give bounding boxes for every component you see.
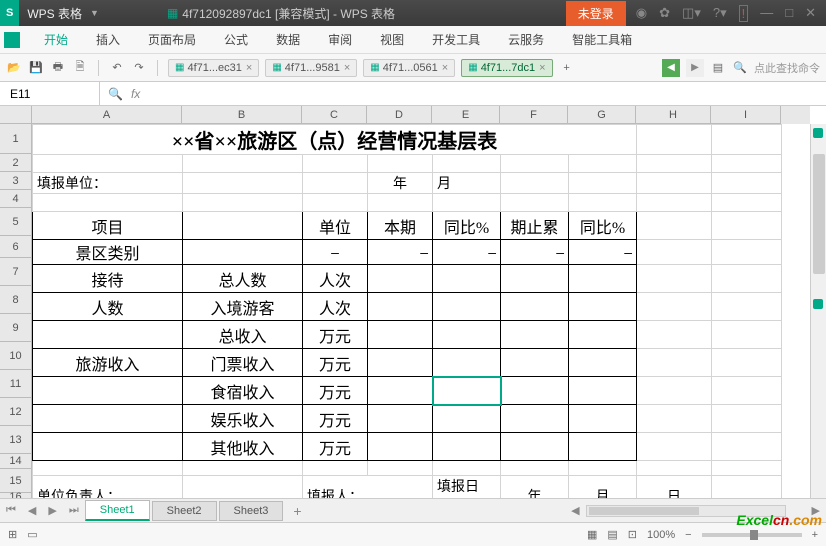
sheet-nav-first[interactable]: ⏮ [0, 504, 22, 517]
select-all-corner[interactable] [0, 106, 32, 124]
menu-review[interactable]: 审阅 [314, 31, 366, 48]
vscroll-thumb[interactable] [813, 154, 825, 274]
file-tab-4[interactable]: ▦4f71...7dc1× [461, 59, 552, 77]
close-icon[interactable]: ✕ [805, 5, 816, 22]
close-tab-icon[interactable]: × [344, 62, 350, 74]
sheet-tab-1[interactable]: Sheet1 [85, 500, 150, 521]
zoom-slider[interactable] [702, 533, 802, 537]
maximize-icon[interactable]: □ [785, 5, 793, 22]
settings-icon[interactable]: ✿ [659, 5, 670, 22]
menu-dev-tools[interactable]: 开发工具 [418, 31, 494, 48]
menu-bar: 开始 插入 页面布局 公式 数据 审阅 视图 开发工具 云服务 智能工具箱 [0, 26, 826, 54]
menu-formula[interactable]: 公式 [210, 31, 262, 48]
file-icon: ▦ [175, 62, 184, 73]
menu-page-layout[interactable]: 页面布局 [134, 31, 210, 48]
file-icon: ▦ [370, 62, 379, 73]
menu-data[interactable]: 数据 [262, 31, 314, 48]
search-hint[interactable]: 点此查找命令 [754, 60, 820, 76]
status-bar: ⊞ ▭ ▦ ▤ ⊡ 100% − + [0, 522, 826, 546]
search-icon[interactable]: 🔍 [732, 60, 748, 76]
sidebar-toggle-mid[interactable] [813, 299, 823, 309]
wps-menu-icon[interactable] [4, 32, 20, 48]
login-button[interactable]: 未登录 [566, 1, 626, 26]
sheet-tab-2[interactable]: Sheet2 [152, 501, 217, 521]
file-icon: ▦ [468, 62, 477, 73]
grid[interactable]: ××省××旅游区（点）经营情况基层表填报单位：年月项目单位本期同比%期止累同比%… [32, 124, 810, 498]
print-icon[interactable]: 🖶 [50, 60, 66, 76]
print-preview-icon[interactable]: 🗎 [72, 60, 88, 76]
menu-view[interactable]: 视图 [366, 31, 418, 48]
view-custom-icon[interactable]: ⊡ [628, 528, 637, 541]
spreadsheet[interactable]: ABCDEFGHI 12345678910111213141516 ××省××旅… [0, 106, 826, 498]
redo-icon[interactable]: ↷ [131, 60, 147, 76]
zoom-value[interactable]: 100% [647, 529, 675, 541]
sheet-nav-next[interactable]: ▶ [42, 504, 62, 517]
document-icon: ▦ [167, 6, 178, 20]
column-headers[interactable]: ABCDEFGHI [32, 106, 810, 124]
file-tab-3[interactable]: ▦4f71...0561× [363, 59, 455, 77]
watermark: Excelcn.com [736, 512, 822, 528]
undo-icon[interactable]: ↶ [109, 60, 125, 76]
tab-nav-right[interactable]: ▶ [686, 59, 704, 77]
sheet-tab-bar: ⏮ ◀ ▶ ⏭ Sheet1 Sheet2 Sheet3 + ◀ ▶ [0, 498, 826, 522]
title-bar: S WPS 表格 ▼ ▦ 4f712092897dc1 [兼容模式] - WPS… [0, 0, 826, 26]
sheet-nav-last[interactable]: ⏭ [63, 504, 85, 517]
sheet-nav-prev[interactable]: ◀ [22, 504, 42, 517]
help-icon[interactable]: ?▾ [713, 5, 727, 22]
sync-icon[interactable]: ◉ [636, 5, 647, 22]
hscroll-thumb[interactable] [589, 507, 699, 515]
list-tabs-icon[interactable]: ▤ [710, 60, 726, 76]
row-headers[interactable]: 12345678910111213141516 [0, 124, 32, 498]
close-tab-icon[interactable]: × [246, 62, 252, 74]
view-page-icon[interactable]: ▤ [607, 528, 617, 541]
formula-bar: E11 🔍 fx [0, 82, 826, 106]
file-tab-1[interactable]: ▦4f71...ec31× [168, 59, 259, 77]
zoom-out-icon[interactable]: − [685, 529, 691, 541]
file-icon: ▦ [272, 62, 281, 73]
feedback-icon[interactable]: ! [739, 5, 749, 22]
save-icon[interactable]: 💾 [28, 60, 44, 76]
name-box[interactable]: E11 [0, 82, 100, 105]
open-icon[interactable]: 📂 [6, 60, 22, 76]
add-sheet-icon[interactable]: + [285, 503, 309, 519]
hscroll-left[interactable]: ◀ [565, 504, 585, 517]
fx-label[interactable]: fx [131, 87, 140, 101]
doc-map-icon[interactable]: ⊞ [8, 528, 17, 541]
close-tab-icon[interactable]: × [539, 62, 545, 74]
vertical-scrollbar[interactable] [810, 124, 826, 498]
close-tab-icon[interactable]: × [442, 62, 448, 74]
document-title: 4f712092897dc1 [兼容模式] - WPS 表格 [182, 5, 395, 22]
menu-insert[interactable]: 插入 [82, 31, 134, 48]
add-file-tab-icon[interactable]: + [559, 60, 575, 76]
app-logo: S [0, 0, 19, 26]
file-tab-2[interactable]: ▦4f71...9581× [265, 59, 357, 77]
minimize-icon[interactable]: — [760, 5, 773, 22]
menu-cloud[interactable]: 云服务 [494, 31, 558, 48]
app-menu-dropdown[interactable]: ▼ [90, 8, 107, 18]
sidebar-toggle-top[interactable] [813, 128, 823, 138]
sheet-tab-3[interactable]: Sheet3 [219, 501, 284, 521]
menu-start[interactable]: 开始 [30, 31, 82, 48]
reading-layout-icon[interactable]: ▭ [27, 528, 37, 541]
menu-smart-toolbox[interactable]: 智能工具箱 [558, 31, 646, 48]
zoom-in-icon[interactable]: + [812, 529, 818, 541]
app-name: WPS 表格 [19, 5, 90, 22]
view-normal-icon[interactable]: ▦ [587, 528, 597, 541]
skin-icon[interactable]: ◫▾ [682, 5, 701, 22]
toolbar: 📂 💾 🖶 🗎 ↶ ↷ ▦4f71...ec31× ▦4f71...9581× … [0, 54, 826, 82]
tab-nav-left[interactable]: ◀ [662, 59, 680, 77]
fx-search-icon[interactable]: 🔍 [108, 87, 123, 101]
